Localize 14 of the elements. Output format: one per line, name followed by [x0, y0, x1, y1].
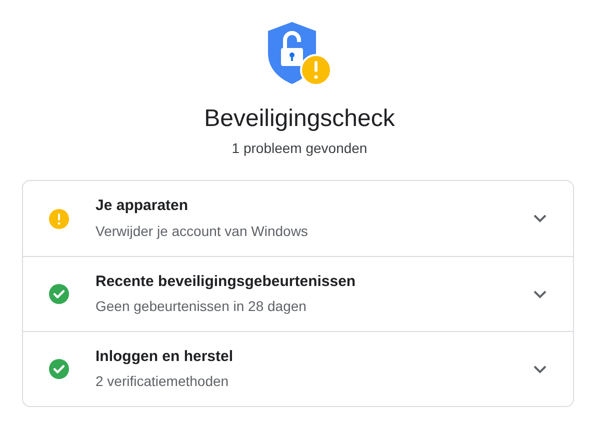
row-title: Recente beveiligingsgebeurtenissen: [96, 272, 357, 292]
check-icon: [48, 284, 68, 304]
warning-icon: [48, 208, 68, 228]
row-title: Inloggen en herstel: [96, 346, 234, 367]
row-description: Geen gebeurtenissen in 28 dagen: [96, 297, 308, 316]
row-description: Verwijder je account van Windows: [96, 222, 309, 241]
page-subtitle: 1 probleem gevonden: [232, 139, 368, 158]
check-row[interactable]: Recente beveiligingsgebeurtenissen Geen gebeurtenissen in 28 dagen: [22, 256, 572, 331]
check-row[interactable]: Je apparaten Verwijder je account van Windows: [22, 181, 572, 256]
page-title: Beveiligingscheck: [204, 104, 395, 134]
check-row[interactable]: Inloggen en herstel 2 verificatiemethoden: [22, 331, 572, 406]
row-title: Je apparaten: [96, 196, 190, 216]
check-icon: [48, 359, 68, 379]
row-description: 2 verificatiemethoden: [96, 372, 230, 392]
